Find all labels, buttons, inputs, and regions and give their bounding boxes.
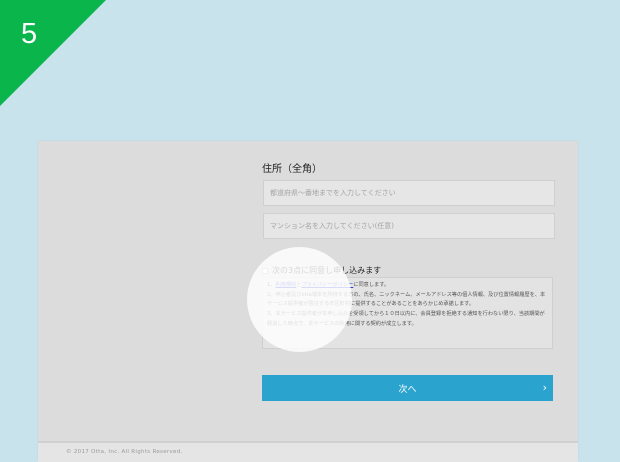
terms-of-use-link[interactable]: 利用規約 <box>276 282 297 288</box>
step-badge <box>0 0 106 106</box>
agree-label[interactable]: 次の3点に同意し申し込みます <box>272 265 381 276</box>
terms-item-1: 1、利用規約とプライバシーポリシーに同意します。 <box>267 281 548 291</box>
terms-item-2: 2、申込者及びotta端末を所持する方の、氏名、ニックネーム、メールアドレス等の… <box>267 291 546 308</box>
agree-row: 次の3点に同意し申し込みます <box>262 265 381 276</box>
privacy-policy-link[interactable]: プライバシーポリシー <box>301 282 353 288</box>
next-button[interactable]: 次へ › <box>262 375 553 401</box>
address-title: 住所（全角） <box>262 164 322 175</box>
terms-box[interactable]: 1、利用規約とプライバシーポリシーに同意します。 2、申込者及びotta端末を所… <box>262 277 553 349</box>
terms-item-1-suffix: に同意します。 <box>353 282 390 288</box>
terms-item-3: 3、本サービス提供者が本申し込みを受領してから１０日以内に、会員登録を拒絶する通… <box>267 311 545 327</box>
next-button-label: 次へ <box>398 384 417 395</box>
agree-checkbox[interactable] <box>262 267 268 274</box>
terms-item-1-prefix: 1、 <box>267 282 276 288</box>
copyright-text: © 2017 Otta, Inc. All Rights Reserved. <box>66 449 183 455</box>
address-line1-input[interactable] <box>263 180 555 206</box>
address-line2-input[interactable] <box>263 213 555 239</box>
step-number: 5 <box>21 18 38 50</box>
chevron-right-icon: › <box>542 381 547 394</box>
